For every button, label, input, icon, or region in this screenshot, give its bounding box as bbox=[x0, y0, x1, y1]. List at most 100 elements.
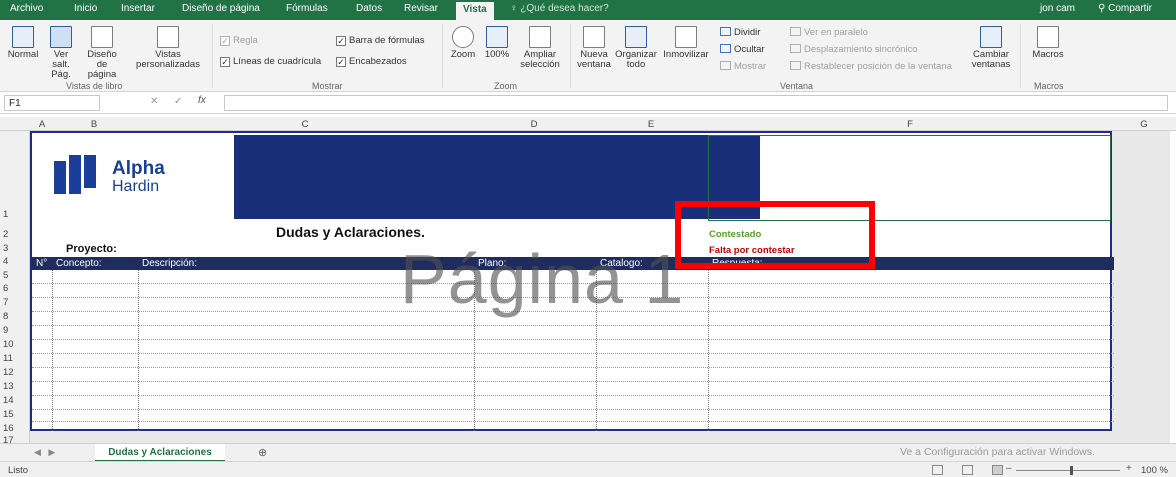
tab-inicio[interactable]: Inicio bbox=[74, 3, 97, 14]
header-number[interactable]: N° bbox=[36, 258, 47, 269]
row-header[interactable]: 6 bbox=[0, 283, 22, 294]
page-break-view-button[interactable]: Ver salt. Pág. bbox=[44, 26, 78, 80]
magnifier-icon bbox=[452, 26, 474, 48]
row-header[interactable]: 16 bbox=[0, 423, 22, 434]
cancel-icon[interactable]: ✕ bbox=[150, 96, 158, 107]
column-header-d[interactable]: D bbox=[474, 119, 594, 130]
row-header[interactable]: 15 bbox=[0, 409, 22, 420]
row-header[interactable]: 4 bbox=[0, 256, 22, 267]
grid-line bbox=[32, 395, 1114, 396]
normal-view-button[interactable]: Normal bbox=[6, 26, 40, 60]
row-header[interactable]: 1 bbox=[0, 209, 22, 220]
column-header-b[interactable]: B bbox=[54, 119, 134, 130]
zoom-slider-track[interactable] bbox=[1016, 470, 1120, 471]
page-layout-status-icon[interactable] bbox=[962, 465, 973, 475]
zoom-level[interactable]: 100 % bbox=[1141, 465, 1168, 476]
row-header[interactable]: 3 bbox=[0, 243, 22, 254]
custom-views-icon bbox=[157, 26, 179, 48]
group-show: Mostrar bbox=[312, 81, 343, 91]
enter-icon[interactable]: ✓ bbox=[174, 96, 182, 107]
row-header[interactable]: 5 bbox=[0, 270, 22, 281]
zoom-slider-handle[interactable] bbox=[1070, 466, 1073, 475]
row-header[interactable]: 2 bbox=[0, 229, 22, 240]
grid-line bbox=[32, 421, 1114, 422]
worksheet-area[interactable]: Alpha Hardin Dudas y Aclaraciones. Proye… bbox=[30, 131, 1170, 443]
column-header-c[interactable]: C bbox=[138, 119, 472, 130]
gridlines-checkbox[interactable]: ✓ Líneas de cuadrícula bbox=[220, 56, 321, 67]
tab-datos[interactable]: Datos bbox=[356, 3, 382, 14]
column-header-a[interactable]: A bbox=[34, 119, 50, 130]
ribbon: Normal Ver salt. Pág. Diseño de página V… bbox=[0, 20, 1176, 92]
macros-icon bbox=[1037, 26, 1059, 48]
logo-mark-icon bbox=[69, 155, 81, 194]
row-header[interactable]: 11 bbox=[0, 353, 22, 364]
reset-window-button[interactable]: Restablecer posición de la ventana bbox=[790, 61, 952, 72]
arrange-all-button[interactable]: Organizar todo bbox=[614, 26, 658, 70]
add-sheet-icon[interactable]: ⊕ bbox=[258, 446, 267, 459]
page-layout-icon bbox=[91, 26, 113, 48]
macros-button[interactable]: Macros bbox=[1028, 26, 1068, 60]
hide-window-button[interactable]: Ocultar bbox=[720, 44, 765, 55]
fx-icon[interactable]: fx bbox=[198, 95, 206, 106]
header-description[interactable]: Descripción: bbox=[142, 258, 197, 269]
freeze-panes-button[interactable]: Inmovilizar bbox=[662, 26, 710, 60]
freeze-panes-label: Inmovilizar bbox=[663, 49, 709, 60]
row-header[interactable]: 10 bbox=[0, 339, 22, 350]
tab-revisar[interactable]: Revisar bbox=[404, 3, 438, 14]
grid-line bbox=[138, 270, 139, 431]
tab-insertar[interactable]: Insertar bbox=[121, 3, 155, 14]
row-header[interactable]: 12 bbox=[0, 367, 22, 378]
row-header[interactable]: 7 bbox=[0, 297, 22, 308]
switch-windows-button[interactable]: Cambiar ventanas bbox=[968, 26, 1014, 70]
unhide-window-button[interactable]: Mostrar bbox=[720, 61, 766, 72]
sync-scroll-button[interactable]: Desplazamiento sincrónico bbox=[790, 44, 918, 55]
macros-label: Macros bbox=[1032, 49, 1064, 60]
split-button[interactable]: Dividir bbox=[720, 27, 760, 38]
headings-checkbox[interactable]: ✓ Encabezados bbox=[336, 56, 407, 67]
sheet-tab-dudas[interactable]: Dudas y Aclaraciones bbox=[95, 444, 225, 462]
row-header[interactable]: 8 bbox=[0, 311, 22, 322]
name-box[interactable]: F1 bbox=[4, 95, 100, 111]
checkbox-mark-icon: ✓ bbox=[220, 57, 230, 67]
sheet-title[interactable]: Dudas y Aclaraciones. bbox=[276, 224, 425, 240]
tell-me-search[interactable]: ♀ ¿Qué desea hacer? bbox=[510, 3, 609, 14]
gridlines-label: Líneas de cuadrícula bbox=[233, 56, 322, 67]
grid-line bbox=[32, 353, 1114, 354]
project-label[interactable]: Proyecto: bbox=[66, 243, 117, 255]
header-concept[interactable]: Concepto: bbox=[56, 258, 102, 269]
column-header-e[interactable]: E bbox=[596, 119, 706, 130]
column-header-f[interactable]: F bbox=[708, 119, 1112, 130]
arrange-all-icon bbox=[625, 26, 647, 48]
side-by-side-button[interactable]: Ver en paralelo bbox=[790, 27, 868, 38]
row-header[interactable]: 14 bbox=[0, 395, 22, 406]
zoom-out-icon[interactable]: – bbox=[1006, 463, 1012, 474]
formula-bar-checkbox[interactable]: ✓ Barra de fórmulas bbox=[336, 35, 425, 46]
freeze-panes-icon bbox=[675, 26, 697, 48]
zoom-in-icon[interactable]: + bbox=[1126, 463, 1132, 474]
row-header[interactable]: 9 bbox=[0, 325, 22, 336]
sheet-scroll-arrows-icon[interactable]: ◀ ▶ bbox=[34, 447, 55, 458]
zoom-100-label: 100% bbox=[484, 49, 510, 60]
page-layout-view-button[interactable]: Diseño de página bbox=[82, 26, 122, 80]
ruler-checkbox[interactable]: ✓ Regla bbox=[220, 35, 258, 46]
column-header-g[interactable]: G bbox=[1116, 119, 1172, 130]
tab-archivo[interactable]: Archivo bbox=[10, 3, 43, 14]
normal-view-label: Normal bbox=[7, 49, 39, 60]
user-name[interactable]: jon cam bbox=[1040, 3, 1075, 14]
tab-vista[interactable]: Vista bbox=[456, 2, 494, 20]
tab-formulas[interactable]: Fórmulas bbox=[286, 3, 328, 14]
zoom-button[interactable]: Zoom bbox=[448, 26, 478, 60]
grid-line bbox=[32, 339, 1114, 340]
zoom-100-button[interactable]: 100% bbox=[482, 26, 512, 60]
share-button[interactable]: ⚲ Compartir bbox=[1098, 3, 1152, 14]
page-break-status-icon[interactable] bbox=[992, 465, 1003, 475]
row-header[interactable]: 13 bbox=[0, 381, 22, 392]
formula-input[interactable] bbox=[224, 95, 1168, 111]
tab-diseno-pagina[interactable]: Diseño de página bbox=[182, 3, 260, 14]
logo-mark-icon bbox=[84, 155, 96, 188]
logo-mark-icon bbox=[54, 161, 66, 194]
custom-views-button[interactable]: Vistas personalizadas bbox=[128, 26, 208, 70]
new-window-button[interactable]: Nueva ventana bbox=[574, 26, 614, 70]
zoom-selection-button[interactable]: Ampliar selección bbox=[516, 26, 564, 70]
normal-view-status-icon[interactable] bbox=[932, 465, 943, 475]
